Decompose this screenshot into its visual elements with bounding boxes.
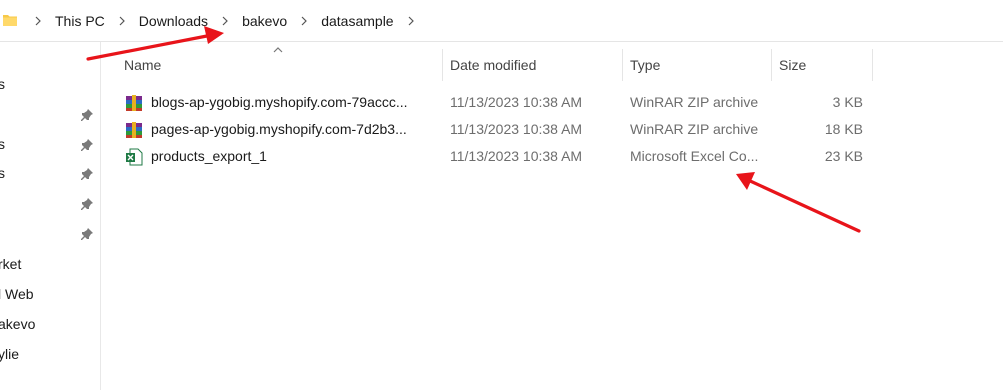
nav-item[interactable]: l Web — [0, 283, 34, 305]
file-type: WinRAR ZIP archive — [630, 94, 759, 110]
chevron-right-icon[interactable] — [114, 0, 130, 42]
breadcrumb-downloads[interactable]: Downloads — [130, 13, 217, 29]
column-header-type[interactable]: Type — [623, 49, 771, 81]
column-divider[interactable] — [872, 49, 873, 81]
file-name: pages-ap-ygobig.myshopify.com-7d2b3... — [151, 121, 407, 137]
file-name: blogs-ap-ygobig.myshopify.com-79accc... — [151, 94, 408, 110]
breadcrumb: This PC Downloads bakevo datasample — [30, 0, 419, 42]
pin-icon[interactable] — [80, 227, 94, 241]
nav-item[interactable]: s — [0, 133, 5, 155]
pin-icon[interactable] — [80, 197, 94, 211]
file-size: 23 KB — [824, 148, 863, 164]
file-name: products_export_1 — [151, 148, 267, 164]
file-size: 18 KB — [824, 121, 863, 137]
nav-item[interactable]: ylie — [0, 343, 19, 365]
pin-icon[interactable] — [80, 138, 94, 152]
pin-icon[interactable] — [80, 167, 94, 181]
file-date-modified: 11/13/2023 10:38 AM — [450, 121, 583, 137]
column-header-date-modified[interactable]: Date modified — [443, 49, 622, 81]
excel-file-icon — [126, 148, 143, 166]
breadcrumb-datasample[interactable]: datasample — [312, 13, 402, 29]
breadcrumb-this-pc[interactable]: This PC — [46, 13, 114, 29]
file-date-modified: 11/13/2023 10:38 AM — [450, 148, 583, 164]
file-row[interactable]: pages-ap-ygobig.myshopify.com-7d2b3... 1… — [117, 116, 877, 143]
file-size: 3 KB — [832, 94, 863, 110]
file-type: Microsoft Excel Co... — [630, 148, 759, 164]
chevron-right-icon[interactable] — [403, 0, 419, 42]
file-row[interactable]: products_export_1 11/13/2023 10:38 AM Mi… — [117, 143, 877, 170]
column-header-size[interactable]: Size — [772, 49, 872, 81]
nav-item[interactable]: akevo — [0, 313, 35, 335]
chevron-right-icon[interactable] — [296, 0, 312, 42]
file-type: WinRAR ZIP archive — [630, 121, 759, 137]
breadcrumb-bakevo[interactable]: bakevo — [233, 13, 296, 29]
nav-item[interactable]: rket — [0, 253, 21, 275]
chevron-right-icon[interactable] — [30, 0, 46, 42]
winrar-archive-icon — [126, 95, 142, 111]
address-bar[interactable]: This PC Downloads bakevo datasample — [0, 0, 1003, 42]
nav-item[interactable]: s — [0, 73, 5, 95]
file-date-modified: 11/13/2023 10:38 AM — [450, 94, 583, 110]
annotation-arrow-file-type — [736, 172, 861, 233]
nav-item[interactable]: s — [0, 162, 5, 184]
winrar-archive-icon — [126, 122, 142, 138]
navigation-pane: s s s rket l Web akevo ylie — [0, 42, 101, 390]
file-row[interactable]: blogs-ap-ygobig.myshopify.com-79accc... … — [117, 89, 877, 116]
pin-icon[interactable] — [80, 108, 94, 122]
chevron-right-icon[interactable] — [217, 0, 233, 42]
folder-icon — [3, 15, 17, 26]
column-header-name[interactable]: Name — [117, 49, 442, 81]
